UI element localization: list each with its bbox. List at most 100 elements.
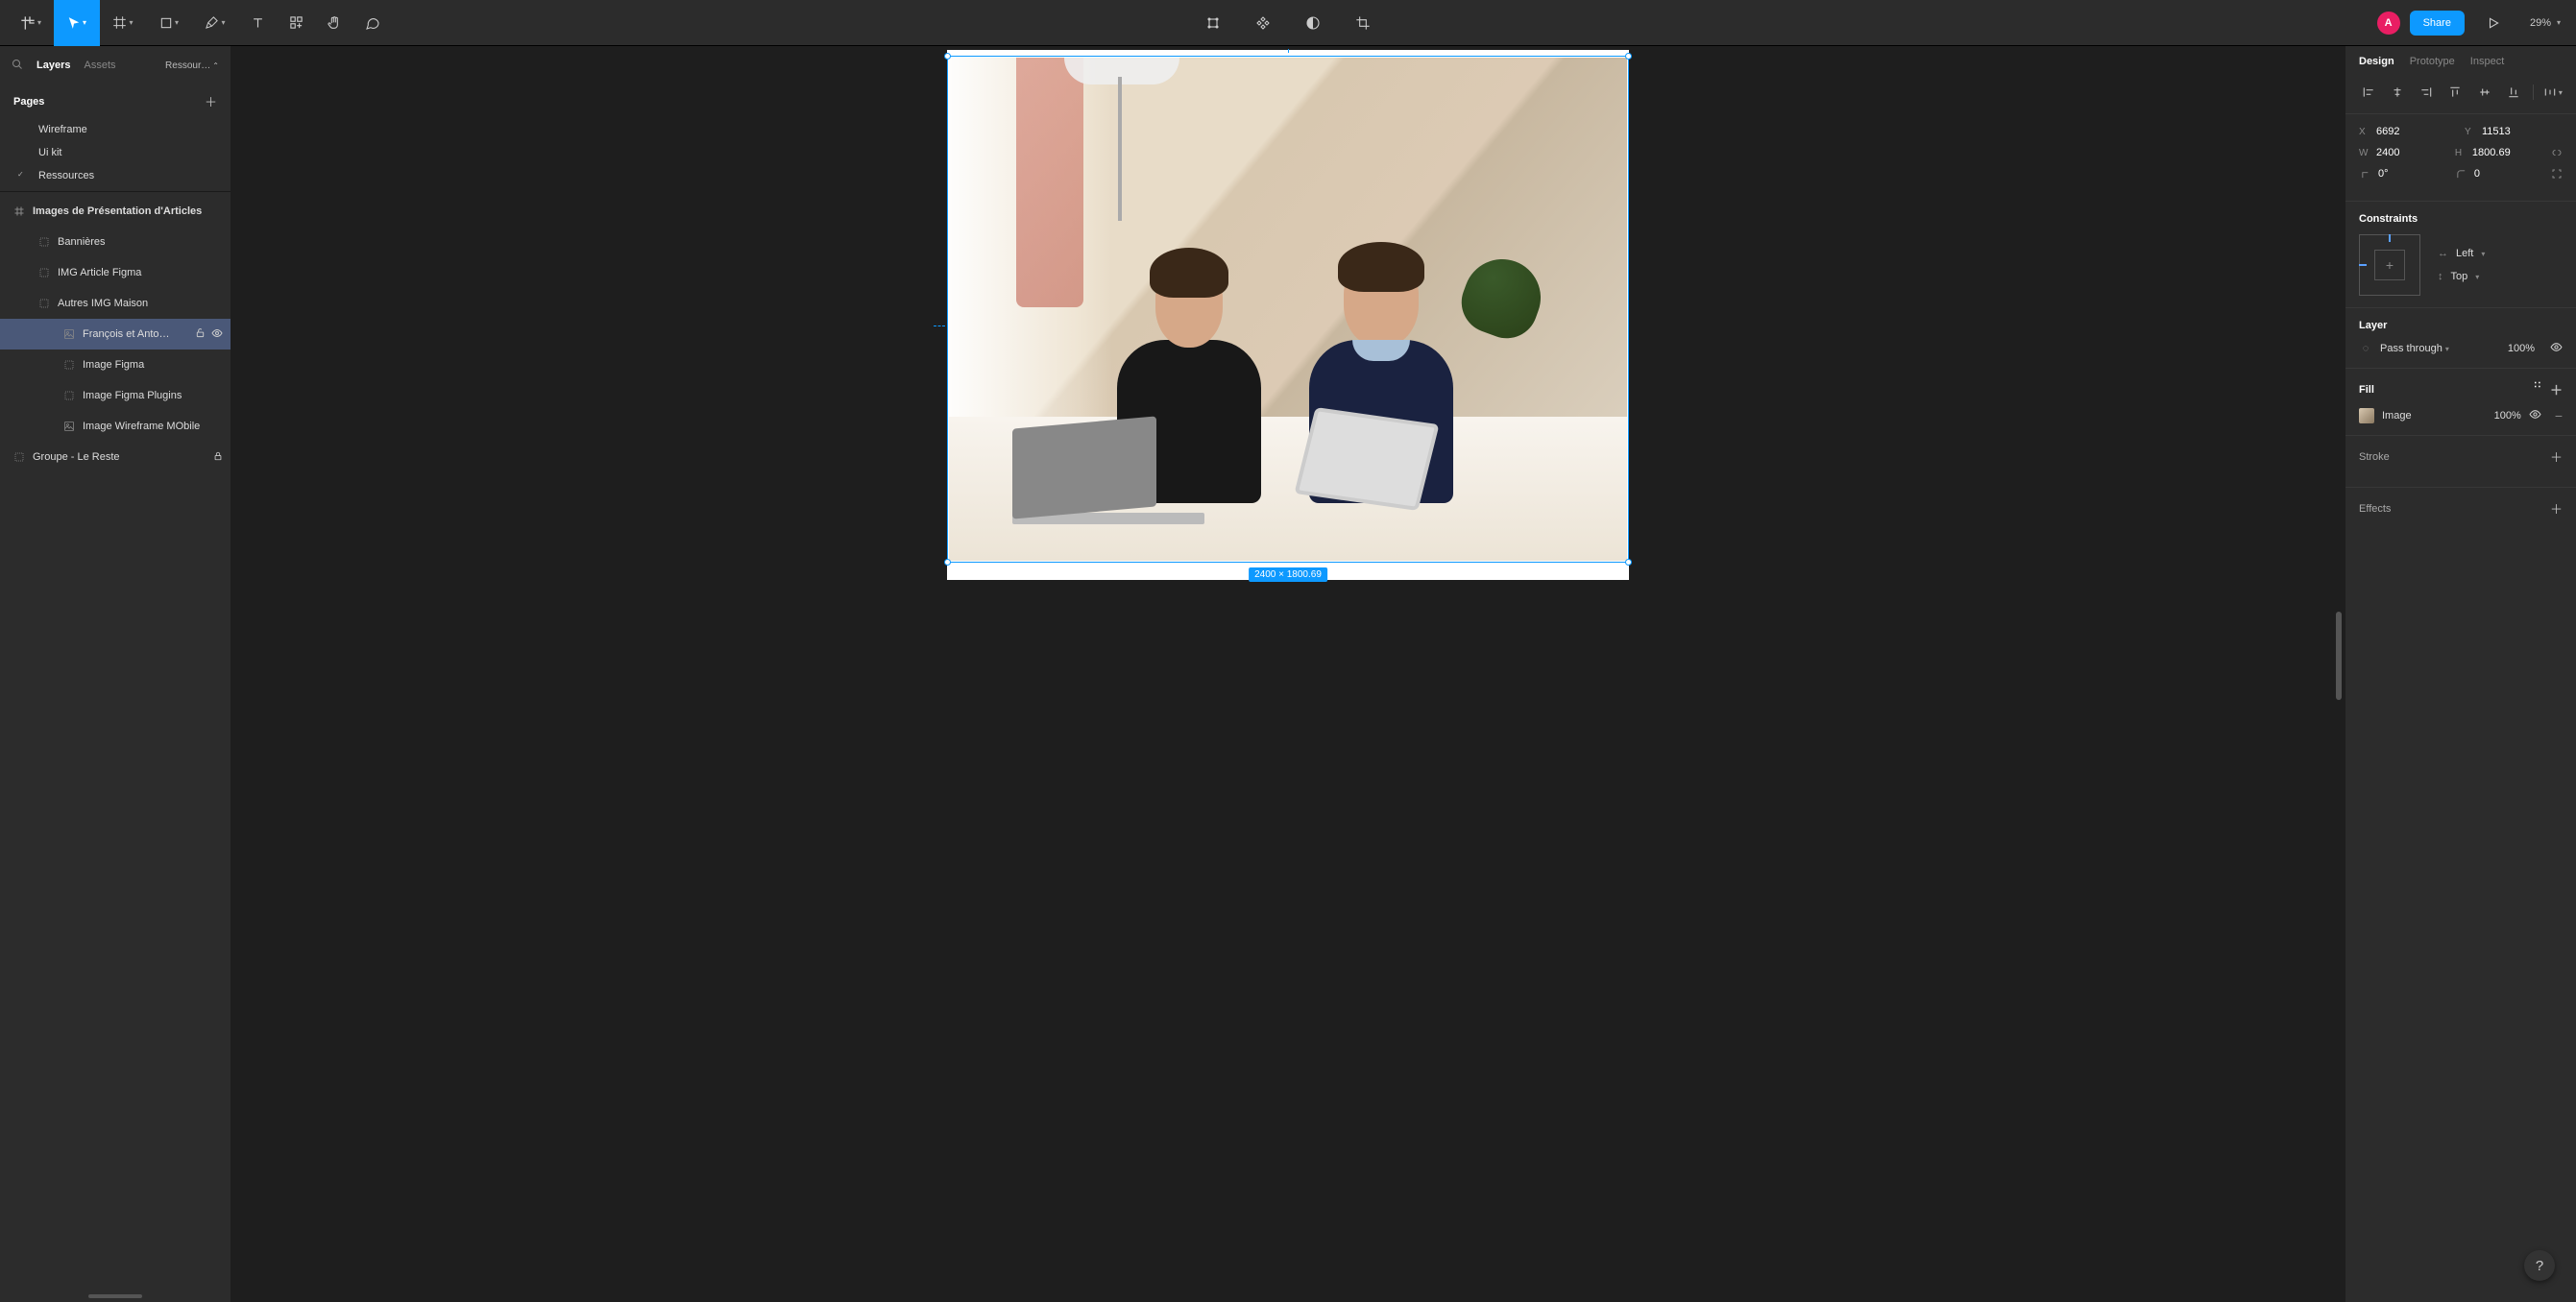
align-left-button[interactable] xyxy=(2357,81,2380,104)
blend-icon: ◌ xyxy=(2359,343,2372,354)
selected-image-frame[interactable]: 2400 × 1800.69 xyxy=(947,50,1629,580)
fill-visible-icon[interactable] xyxy=(2529,408,2541,423)
stroke-label: Stroke xyxy=(2359,451,2390,463)
layer-visible-icon[interactable] xyxy=(2550,341,2563,356)
zoom-value: 29% xyxy=(2530,17,2551,29)
w-label: W xyxy=(2359,148,2370,158)
hash-icon xyxy=(13,205,25,217)
canvas[interactable]: 2400 × 1800.69 xyxy=(231,46,2345,1302)
fill-opacity[interactable]: 100% xyxy=(2494,410,2521,422)
frame-icon xyxy=(63,359,75,371)
y-label: Y xyxy=(2465,127,2476,137)
frame-tool[interactable]: ▾ xyxy=(100,0,146,46)
image-icon xyxy=(63,328,75,340)
constraint-v-dropdown[interactable]: ↕Top▾ xyxy=(2438,271,2485,282)
crop-tool[interactable] xyxy=(1344,0,1382,46)
align-hcenter-button[interactable] xyxy=(2386,81,2409,104)
text-tool[interactable] xyxy=(238,0,277,46)
layer-groupe-reste[interactable]: Groupe - Le Reste xyxy=(0,442,231,472)
group-icon xyxy=(13,451,25,463)
tab-layers[interactable]: Layers xyxy=(36,60,70,71)
radius-icon xyxy=(2455,169,2468,180)
dimensions-badge: 2400 × 1800.69 xyxy=(1249,567,1327,582)
layer-opacity[interactable]: 100% xyxy=(2508,343,2535,354)
page-item-uikit[interactable]: Ui kit xyxy=(0,141,231,164)
h-label: H xyxy=(2455,148,2467,158)
comment-tool[interactable] xyxy=(353,0,392,46)
remove-fill-button[interactable]: − xyxy=(2555,408,2563,423)
add-fill-button[interactable]: ＋ xyxy=(2550,380,2563,398)
fill-label: Fill xyxy=(2359,384,2374,396)
tab-inspect[interactable]: Inspect xyxy=(2470,56,2504,67)
main-menu-button[interactable]: ▾ xyxy=(8,0,54,46)
h-input[interactable] xyxy=(2472,147,2530,158)
visible-icon[interactable] xyxy=(211,327,223,342)
align-top-button[interactable] xyxy=(2443,81,2467,104)
pen-tool[interactable]: ▾ xyxy=(192,0,238,46)
share-button[interactable]: Share xyxy=(2410,11,2465,36)
add-page-button[interactable]: ＋ xyxy=(205,92,217,110)
constraints-widget[interactable]: + xyxy=(2359,234,2420,296)
frame-root[interactable]: Images de Présentation d'Articles xyxy=(0,196,231,227)
tab-assets[interactable]: Assets xyxy=(84,60,115,71)
user-avatar[interactable]: A xyxy=(2377,12,2400,35)
lock-icon[interactable] xyxy=(213,451,223,464)
fill-type: Image xyxy=(2382,410,2412,422)
zoom-dropdown[interactable]: 29% ▾ xyxy=(2522,17,2568,29)
resources-dropdown[interactable]: Ressour… ⌃ xyxy=(165,60,219,71)
top-toolbar: ▾ ▾ ▾ ▾ ▾ xyxy=(0,0,2576,46)
frame-icon xyxy=(38,298,50,309)
shape-tool[interactable]: ▾ xyxy=(146,0,192,46)
layer-image-figma-plugins[interactable]: Image Figma Plugins xyxy=(0,380,231,411)
hand-tool[interactable] xyxy=(315,0,353,46)
w-input[interactable] xyxy=(2376,147,2434,158)
resources-tool[interactable] xyxy=(277,0,315,46)
constraint-h-dropdown[interactable]: ↔Left▾ xyxy=(2438,248,2485,259)
frame-icon xyxy=(38,236,50,248)
horizontal-scrollbar[interactable] xyxy=(0,1290,231,1302)
link-dims-icon[interactable] xyxy=(2551,147,2563,158)
fill-swatch[interactable] xyxy=(2359,408,2374,423)
layer-section-label: Layer xyxy=(2359,320,2387,331)
right-panel: Design Prototype Inspect ▾ X Y xyxy=(2345,46,2576,1302)
search-icon[interactable] xyxy=(12,59,23,73)
align-vcenter-button[interactable] xyxy=(2473,81,2496,104)
page-item-wireframe[interactable]: Wireframe xyxy=(0,118,231,141)
frame-icon xyxy=(38,267,50,278)
left-panel: Layers Assets Ressour… ⌃ Pages ＋ Wirefra… xyxy=(0,46,231,1302)
align-right-button[interactable] xyxy=(2415,81,2438,104)
align-bottom-button[interactable] xyxy=(2502,81,2525,104)
layer-image-wireframe-mobile[interactable]: Image Wireframe MObile xyxy=(0,411,231,442)
boolean-tool[interactable] xyxy=(1294,0,1332,46)
add-stroke-button[interactable]: ＋ xyxy=(2550,447,2563,466)
tab-prototype[interactable]: Prototype xyxy=(2410,56,2455,67)
unlock-icon[interactable] xyxy=(195,327,206,342)
add-effect-button[interactable]: ＋ xyxy=(2550,499,2563,518)
independent-corners-icon[interactable] xyxy=(2551,168,2563,180)
layer-francois-antoine[interactable]: François et Anto… xyxy=(0,319,231,350)
effects-label: Effects xyxy=(2359,503,2391,515)
blend-mode-dropdown[interactable]: Pass through ▾ xyxy=(2380,343,2449,354)
x-input[interactable] xyxy=(2376,126,2434,137)
page-item-ressources[interactable]: ✓Ressources xyxy=(0,164,231,187)
tab-design[interactable]: Design xyxy=(2359,56,2394,67)
image-content xyxy=(949,58,1627,561)
fill-styles-icon[interactable]: ∷ xyxy=(2535,380,2539,398)
component-tool[interactable] xyxy=(1194,0,1232,46)
frame-icon xyxy=(63,390,75,401)
mask-tool[interactable] xyxy=(1244,0,1282,46)
layer-autres-img[interactable]: Autres IMG Maison xyxy=(0,288,231,319)
help-button[interactable]: ? xyxy=(2524,1250,2555,1281)
y-input[interactable] xyxy=(2482,126,2540,137)
distribute-button[interactable]: ▾ xyxy=(2541,81,2564,104)
pages-label: Pages xyxy=(13,96,44,108)
move-tool[interactable]: ▾ xyxy=(54,0,100,46)
present-button[interactable] xyxy=(2474,0,2513,46)
rotation-icon xyxy=(2359,169,2372,180)
radius-input[interactable] xyxy=(2474,168,2532,180)
layer-bannieres[interactable]: Bannières xyxy=(0,227,231,257)
layer-image-figma[interactable]: Image Figma xyxy=(0,350,231,380)
rotation-input[interactable] xyxy=(2378,168,2436,180)
layer-img-article[interactable]: IMG Article Figma xyxy=(0,257,231,288)
canvas-vertical-scrollbar[interactable] xyxy=(2336,612,2342,700)
